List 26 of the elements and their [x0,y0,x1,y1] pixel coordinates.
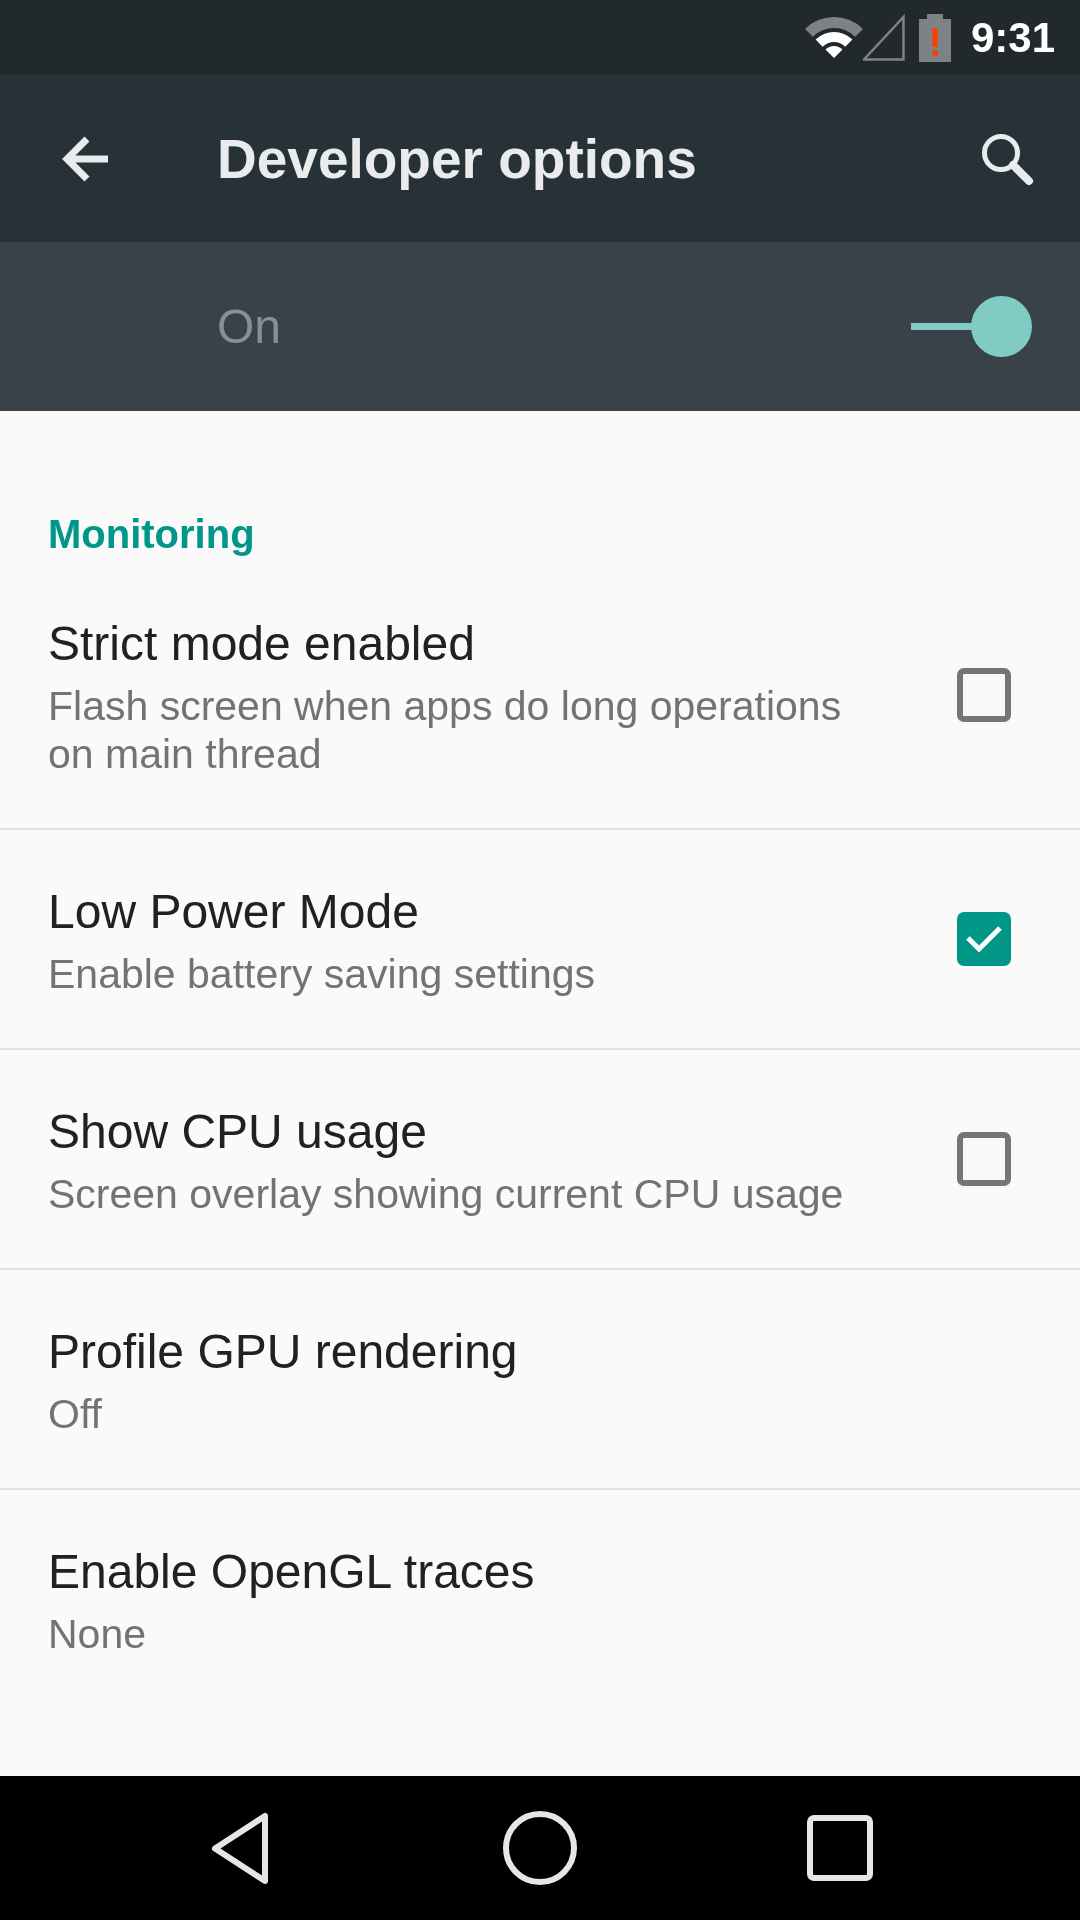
checkbox[interactable] [957,912,1011,966]
battery-alert-icon [918,13,951,62]
setting-title: Low Power Mode [48,884,419,940]
setting-summary: Screen overlay showing current CPU usage [48,1170,844,1218]
setting-summary: None [48,1610,146,1658]
setting-title: Show CPU usage [48,1104,427,1160]
checkbox[interactable] [957,668,1011,722]
setting-title: Strict mode enabled [48,616,475,672]
search-icon[interactable] [980,131,1035,186]
setting-title: Enable OpenGL traces [48,1544,535,1600]
setting-summary: Off [48,1390,102,1438]
checkmark-icon [966,925,1002,953]
setting-title: Profile GPU rendering [48,1324,518,1380]
back-icon[interactable] [210,1810,270,1886]
home-icon[interactable] [503,1811,577,1885]
wifi-icon [804,17,863,58]
section-header: Monitoring [48,511,255,558]
toggle-switch[interactable] [911,296,1032,357]
signal-icon [862,14,905,61]
recents-icon[interactable] [807,1815,873,1881]
setting-summary: Flash screen when apps do long operations on main thread [48,682,843,778]
master-switch-label: On [217,298,282,355]
setting-summary: Enable battery saving settings [48,950,595,998]
status-time: 9:31 [970,13,1055,62]
app-bar-title: Developer options [217,126,697,191]
checkbox[interactable] [957,1132,1011,1186]
